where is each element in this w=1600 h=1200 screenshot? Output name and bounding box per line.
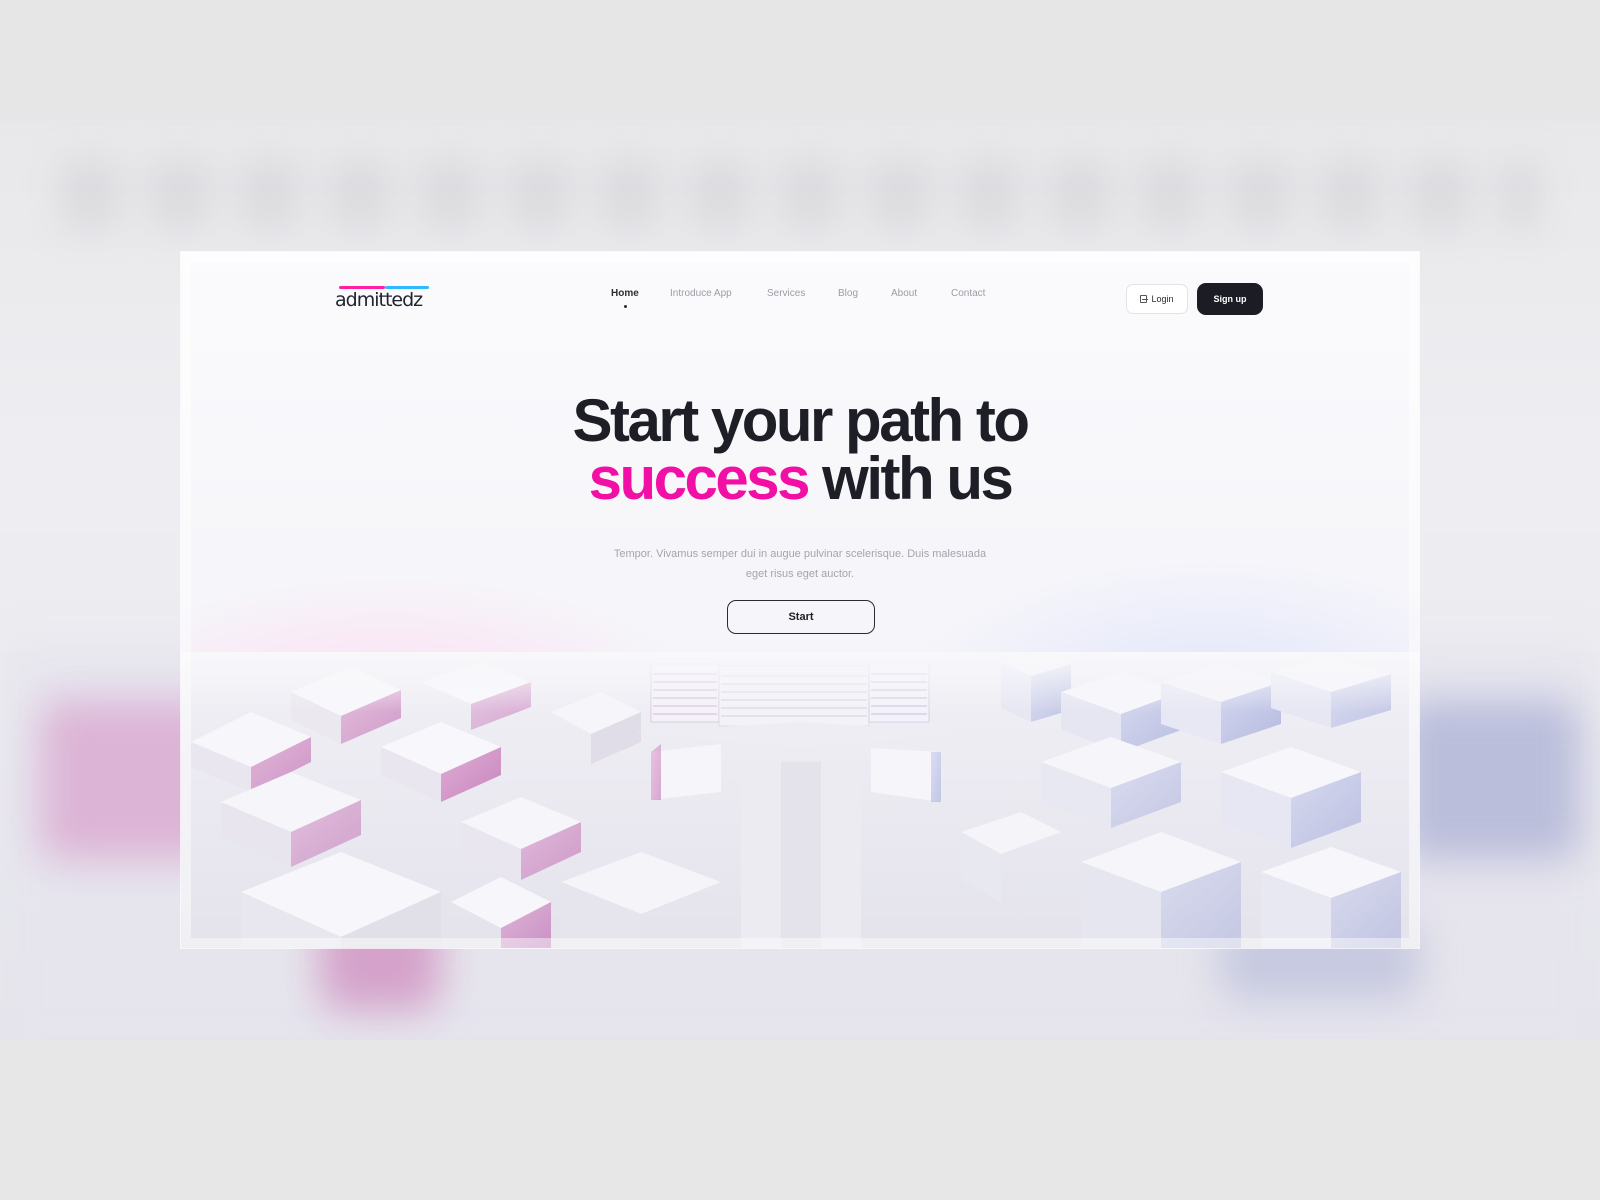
signup-label: Sign up: [1213, 294, 1247, 304]
hero-subtitle: Tempor. Vivamus semper dui in augue pulv…: [613, 548, 987, 580]
nav-item-label: Blog: [838, 288, 859, 299]
nav-item-home[interactable]: Home: [611, 288, 670, 312]
nav-item-about[interactable]: About: [891, 288, 951, 312]
signup-button[interactable]: Sign up: [1197, 283, 1263, 315]
nav-item-contact[interactable]: Contact: [951, 288, 1001, 312]
nav-item-label: Contact: [951, 288, 986, 299]
hero-title-line1: Start your path to: [572, 387, 1030, 454]
start-button[interactable]: Start: [727, 600, 875, 634]
landing-page-card: admittedz Home Introduce App Services Bl…: [181, 252, 1419, 948]
nav-item-services[interactable]: Services: [767, 288, 838, 312]
login-button[interactable]: Login: [1126, 284, 1188, 314]
main-nav: Home Introduce App Services Blog About C…: [611, 288, 1001, 312]
backdrop-blurred-text: [60, 160, 1540, 230]
login-label: Login: [1151, 294, 1174, 304]
nav-item-label: Home: [611, 288, 639, 299]
active-indicator-dot: [624, 305, 627, 308]
nav-item-blog[interactable]: Blog: [838, 288, 891, 312]
backdrop-blue-blob: [1400, 700, 1580, 860]
city-fade: [181, 652, 1419, 712]
logo-text: admittedz: [335, 289, 423, 311]
nav-item-label: About: [891, 288, 918, 299]
nav-item-label: Services: [767, 288, 806, 299]
hero-title: Start your path to success with us: [181, 391, 1419, 509]
hero-title-rest: with us: [808, 445, 1014, 512]
hero-title-accent: success: [588, 445, 811, 512]
start-label: Start: [788, 611, 814, 623]
brand-logo[interactable]: admittedz: [335, 286, 435, 312]
nav-item-introduce-app[interactable]: Introduce App: [670, 288, 767, 312]
nav-item-label: Introduce App: [670, 288, 732, 299]
login-icon: [1140, 295, 1149, 303]
backdrop-bottom: [0, 1040, 1600, 1200]
